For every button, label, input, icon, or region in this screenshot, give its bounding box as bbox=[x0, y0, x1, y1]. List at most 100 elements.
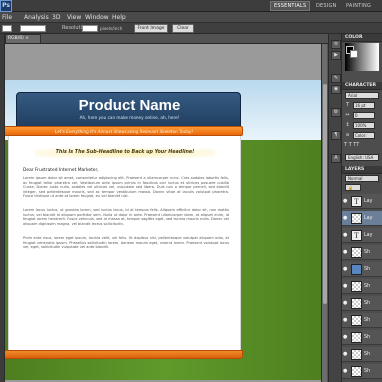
layer-name: Sh bbox=[364, 267, 371, 272]
layer-row[interactable]: ● Sh bbox=[342, 279, 382, 294]
product-name: Product Name bbox=[78, 97, 181, 114]
tool-presets-icon[interactable]: ⚙ bbox=[331, 108, 341, 117]
clone-source-icon[interactable]: ◉ bbox=[331, 85, 341, 94]
resolution-unit-select[interactable]: pixels/inch bbox=[100, 23, 122, 34]
layer-row[interactable]: ● Lay bbox=[342, 211, 382, 226]
scrollbar-thumb[interactable] bbox=[323, 84, 327, 304]
layer-row[interactable]: ● Sh bbox=[342, 364, 382, 379]
history-icon[interactable]: ≡ bbox=[331, 40, 341, 49]
document-tab[interactable]: RGB/8) × bbox=[5, 34, 41, 43]
layer-name: Sh bbox=[364, 250, 371, 255]
visibility-eye-icon[interactable]: ● bbox=[343, 334, 349, 340]
character-icon[interactable]: A bbox=[331, 154, 341, 163]
application-bar: Ps ESSENTIALS DESIGN PAINTING bbox=[0, 0, 382, 12]
menu-file[interactable]: File bbox=[2, 12, 12, 23]
layer-name: Lay bbox=[364, 233, 373, 238]
workspace-design[interactable]: DESIGN bbox=[316, 1, 336, 11]
font-family-select[interactable]: Arial bbox=[345, 92, 379, 99]
visibility-eye-icon[interactable]: ● bbox=[343, 249, 349, 255]
layer-name: Sh bbox=[364, 352, 371, 357]
layer-row[interactable]: ● Sh bbox=[342, 330, 382, 345]
workspace-essentials[interactable]: ESSENTIALS bbox=[270, 1, 311, 11]
text-style-buttons[interactable]: T T TT bbox=[344, 142, 380, 149]
layer-name: Lay bbox=[364, 216, 373, 221]
layer-thumbnail bbox=[351, 264, 362, 275]
body-paragraph: Proin ante risus, lorem eget ipsum, laci… bbox=[23, 236, 229, 250]
layer-name: Sh bbox=[364, 301, 371, 306]
product-tagline: Ah, here you can make money online, ah, … bbox=[79, 115, 180, 120]
layer-thumbnail bbox=[351, 349, 362, 360]
visibility-eye-icon[interactable]: ● bbox=[343, 300, 349, 306]
visibility-eye-icon[interactable]: ● bbox=[343, 198, 349, 204]
vertical-scrollbar[interactable] bbox=[321, 44, 327, 382]
salutation: Dear Frustrated Internet Marketer, bbox=[23, 168, 99, 173]
actions-icon[interactable]: ▶ bbox=[331, 51, 341, 60]
layer-row[interactable]: ● Sh bbox=[342, 296, 382, 311]
page-body: This Is The Sub-Headline to Back up Your… bbox=[8, 136, 241, 350]
layer-row[interactable]: ● T Lay bbox=[342, 228, 382, 243]
crop-width-field[interactable] bbox=[2, 25, 12, 32]
font-size-icon: T bbox=[345, 102, 350, 108]
product-header: Product Name Ah, here you can make money… bbox=[16, 92, 241, 130]
layer-thumbnail bbox=[351, 281, 362, 292]
layer-row[interactable]: ● Sh bbox=[342, 262, 382, 277]
lock-options[interactable]: 🔒 bbox=[345, 184, 361, 191]
front-image-button[interactable]: Front Image bbox=[134, 24, 168, 33]
color-field[interactable]: Color: bbox=[353, 132, 375, 139]
layer-name: Sh bbox=[364, 369, 371, 374]
menu-3d[interactable]: 3D bbox=[52, 12, 60, 23]
layer-name: Sh bbox=[364, 318, 371, 323]
tab-layers[interactable]: LAYERS bbox=[342, 166, 382, 174]
tracking-field[interactable]: 0 bbox=[353, 112, 375, 119]
headline-text: Let's Everything It's Almost Showcasing … bbox=[54, 129, 194, 134]
menu-bar: File Analysis 3D View Window Help bbox=[0, 12, 382, 23]
clear-button[interactable]: Clear bbox=[172, 24, 194, 33]
workspace-painting[interactable]: PAINTING bbox=[346, 1, 371, 11]
layer-row[interactable]: ● Sh bbox=[342, 347, 382, 362]
headline-bar: Let's Everything It's Almost Showcasing … bbox=[5, 126, 243, 136]
layer-thumbnail bbox=[351, 366, 362, 377]
layer-thumbnail bbox=[351, 332, 362, 343]
layer-name: Sh bbox=[364, 284, 371, 289]
layer-row[interactable]: ● Sh bbox=[342, 245, 382, 260]
visibility-eye-icon[interactable]: ● bbox=[343, 368, 349, 374]
menu-view[interactable]: View bbox=[67, 12, 81, 23]
layer-thumbnail bbox=[351, 213, 362, 224]
paragraph-icon[interactable]: ¶ bbox=[331, 131, 341, 140]
layer-row[interactable]: ● Sh bbox=[342, 313, 382, 328]
font-size-field[interactable]: 16 pt bbox=[353, 102, 375, 109]
tab-character[interactable]: CHARACTER bbox=[342, 82, 382, 90]
visibility-eye-icon[interactable]: ● bbox=[343, 317, 349, 323]
background-swatch[interactable] bbox=[350, 50, 358, 58]
resolution-field[interactable] bbox=[82, 25, 98, 32]
subheadline-band: This Is The Sub-Headline to Back up Your… bbox=[35, 148, 215, 158]
visibility-eye-icon[interactable]: ● bbox=[343, 232, 349, 238]
vertical-scale-field[interactable]: 100% bbox=[353, 122, 375, 129]
visibility-eye-icon[interactable]: ● bbox=[343, 215, 349, 221]
menu-analysis[interactable]: Analysis bbox=[24, 12, 49, 23]
photoshop-logo[interactable]: Ps bbox=[0, 0, 12, 12]
blend-mode-select[interactable]: Normal bbox=[345, 175, 379, 182]
brush-presets-icon[interactable]: ✎ bbox=[331, 74, 341, 83]
crop-height-field[interactable] bbox=[20, 25, 46, 32]
menu-help[interactable]: Help bbox=[112, 12, 126, 23]
layer-thumbnail bbox=[351, 298, 362, 309]
language-select[interactable]: English: USA bbox=[345, 154, 379, 161]
photoshop-window: Ps ESSENTIALS DESIGN PAINTING File Analy… bbox=[0, 0, 382, 382]
body-paragraph: Lorem ipsum dolor sit amet, consectetur … bbox=[23, 176, 229, 199]
body-paragraph: Lorem lacus luctus, ut gravida lorem, se… bbox=[23, 208, 229, 226]
tab-color[interactable]: COLOR bbox=[342, 34, 382, 42]
layer-name: Lay bbox=[364, 199, 373, 204]
visibility-eye-icon[interactable]: ● bbox=[343, 266, 349, 272]
layer-row[interactable]: ● T Lay bbox=[342, 194, 382, 209]
layer-thumbnail: T bbox=[351, 196, 362, 207]
document-canvas[interactable]: Product Name Ah, here you can make money… bbox=[5, 44, 327, 382]
vertical-scale-icon: ↕ bbox=[345, 122, 350, 128]
visibility-eye-icon[interactable]: ● bbox=[343, 351, 349, 357]
visibility-eye-icon[interactable]: ● bbox=[343, 283, 349, 289]
menu-window[interactable]: Window bbox=[85, 12, 109, 23]
options-bar: Resolution: pixels/inch Front Image Clea… bbox=[0, 23, 382, 34]
sales-page-mockup: Product Name Ah, here you can make money… bbox=[5, 80, 327, 380]
tracking-icon: ↔ bbox=[345, 112, 350, 118]
right-panels: COLOR CHARACTER Arial T 16 pt ↔ 0 ↕ 100%… bbox=[342, 34, 382, 382]
